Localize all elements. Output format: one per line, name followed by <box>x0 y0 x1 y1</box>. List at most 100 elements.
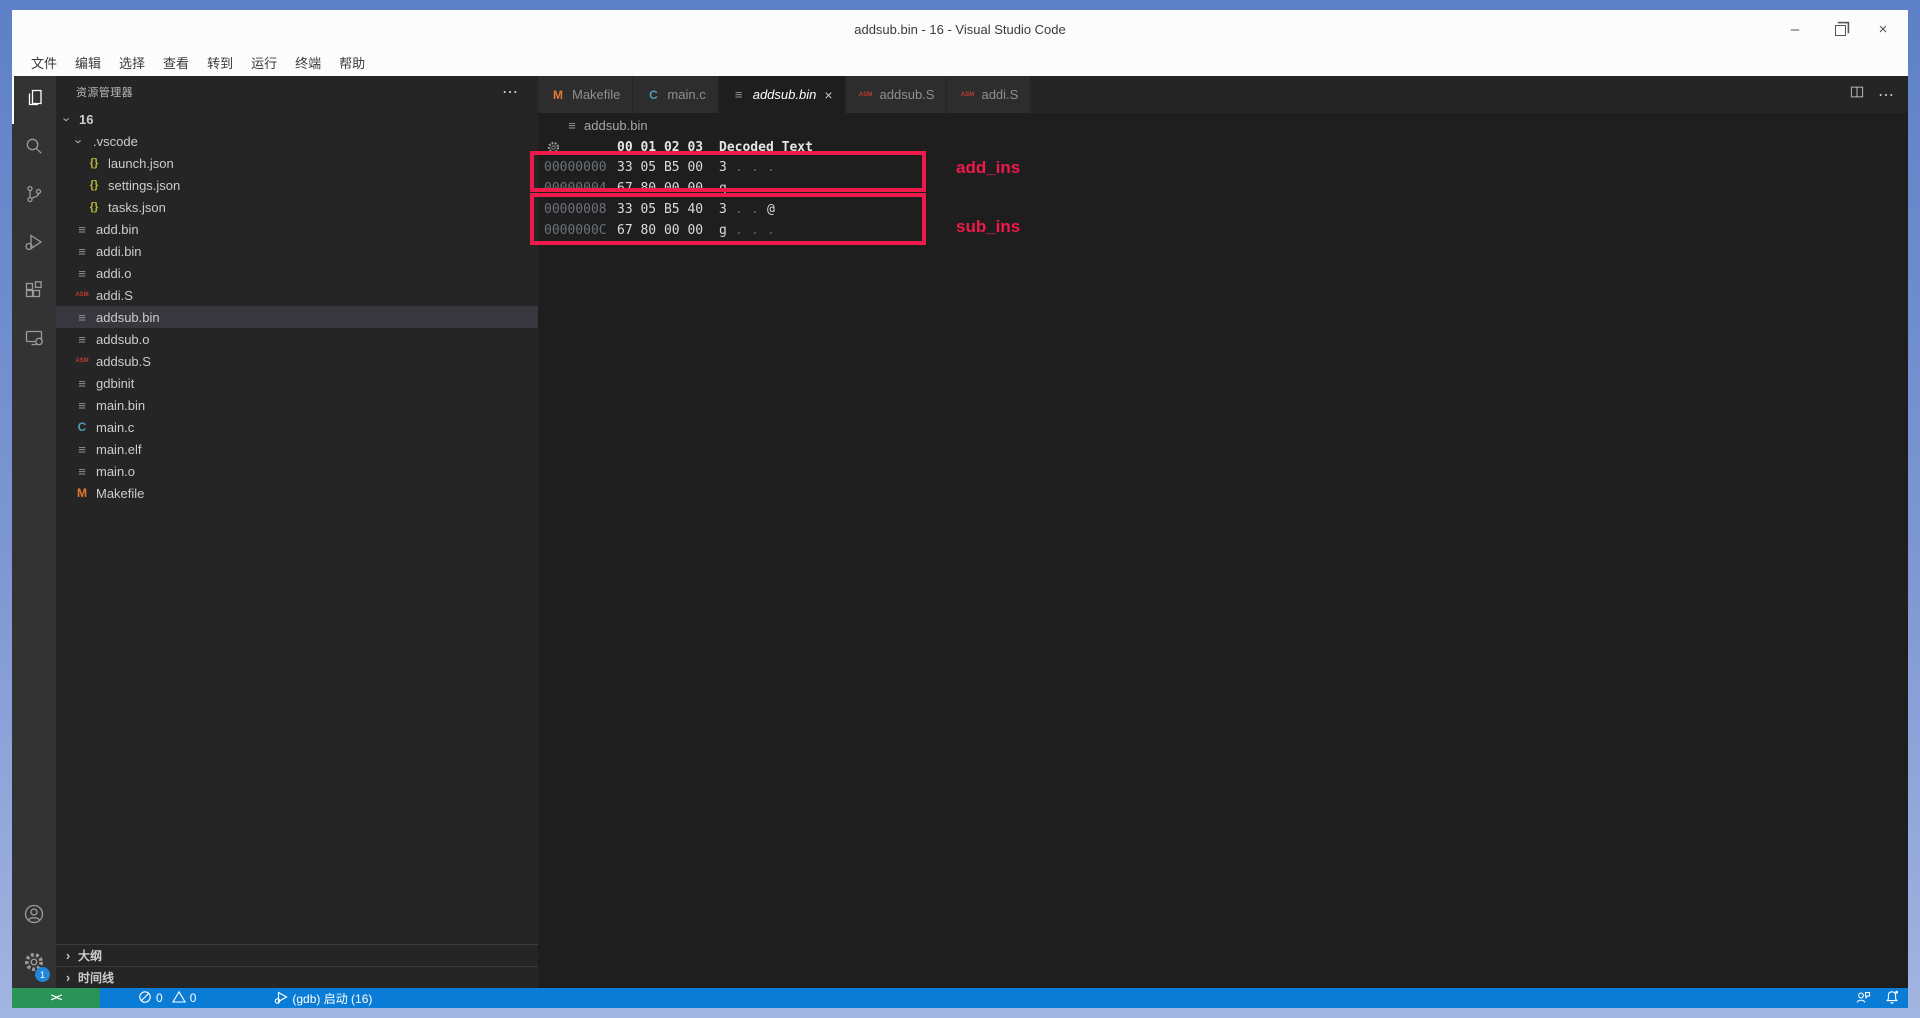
tree-root-folder[interactable]: › 16 <box>56 108 538 130</box>
timeline-section-header[interactable]: › 时间线 <box>56 966 538 988</box>
window-controls: – × <box>1784 10 1894 48</box>
error-icon <box>138 990 152 1007</box>
menu-item-view[interactable]: 查看 <box>154 50 198 75</box>
minimize-icon: – <box>1791 21 1799 38</box>
tree-item-main-c[interactable]: C main.c <box>56 416 538 438</box>
tree-item-addi-s[interactable]: ASM addi.S <box>56 284 538 306</box>
sidebar-bottom-sections: › 大纲 › 时间线 <box>56 944 538 988</box>
menu-item-edit[interactable]: 编辑 <box>66 50 110 75</box>
tab-addi-s[interactable]: ASM addi.S <box>947 76 1030 113</box>
hex-editor: 00 01 02 03 Decoded Text 00000000 33 05 … <box>538 137 1908 988</box>
debug-status-item[interactable]: (gdb) 启动 (16) <box>274 990 372 1007</box>
tab-main-c[interactable]: C main.c <box>633 76 717 113</box>
breadcrumb-file: addsub.bin <box>584 118 648 133</box>
tree-item-addsub-s[interactable]: ASM addsub.S <box>56 350 538 372</box>
file-tree: › 16 › .vscode {} launch.json {} setting… <box>56 108 538 504</box>
json-file-icon: {} <box>85 157 103 169</box>
annotation-box-add-ins <box>530 151 926 192</box>
asm-file-icon: ASM <box>73 292 91 298</box>
activity-remote-explorer-button[interactable] <box>12 316 56 364</box>
activity-settings-button[interactable]: 1 <box>12 940 56 988</box>
run-debug-icon <box>22 230 46 259</box>
tree-item-tasks-json[interactable]: {} tasks.json <box>56 196 538 218</box>
binary-file-icon: ≡ <box>73 222 91 237</box>
tree-item-addi-o[interactable]: ≡ addi.o <box>56 262 538 284</box>
tab-close-icon[interactable]: × <box>824 87 832 103</box>
titlebar: addsub.bin - 16 - Visual Studio Code – × <box>12 10 1908 48</box>
tab-addsub-bin[interactable]: ≡ addsub.bin × <box>719 76 845 113</box>
outline-section-header[interactable]: › 大纲 <box>56 944 538 966</box>
tab-bar: M Makefile C main.c ≡ addsub.bin × ASM <box>538 76 1908 113</box>
activity-account-button[interactable] <box>12 892 56 940</box>
asm-file-icon: ASM <box>73 358 91 364</box>
menu-item-terminal[interactable]: 终端 <box>286 50 330 75</box>
chevron-down-icon: › <box>60 113 75 125</box>
editor-group: M Makefile C main.c ≡ addsub.bin × ASM <box>538 76 1908 988</box>
close-button[interactable]: × <box>1872 18 1894 40</box>
source-control-icon <box>22 182 46 211</box>
extensions-icon <box>22 278 46 307</box>
minimize-button[interactable]: – <box>1784 18 1806 40</box>
status-bar: >< 0 0 (gdb) 启动 (16) <box>12 988 1908 1008</box>
tree-item-add-bin[interactable]: ≡ add.bin <box>56 218 538 240</box>
binary-file-icon: ≡ <box>73 266 91 281</box>
feedback-icon[interactable] <box>1855 989 1871 1008</box>
menu-item-go[interactable]: 转到 <box>198 50 242 75</box>
menubar: 文件 编辑 选择 查看 转到 运行 终端 帮助 <box>12 48 1908 76</box>
tree-item-addsub-bin[interactable]: ≡ addsub.bin <box>56 306 538 328</box>
binary-file-icon: ≡ <box>73 332 91 347</box>
makefile-icon: M <box>73 486 91 500</box>
activity-extensions-button[interactable] <box>12 268 56 316</box>
maximize-button[interactable] <box>1828 18 1850 40</box>
debug-label: (gdb) 启动 (16) <box>292 990 372 1007</box>
binary-file-icon: ≡ <box>73 244 91 259</box>
asm-file-icon: ASM <box>858 92 874 98</box>
remote-explorer-icon <box>22 326 46 355</box>
tree-item-launch-json[interactable]: {} launch.json <box>56 152 538 174</box>
outline-label: 大纲 <box>78 947 102 964</box>
annotation-label-sub-ins: sub_ins <box>956 217 1020 237</box>
binary-file-icon: ≡ <box>73 442 91 457</box>
tree-item-main-bin[interactable]: ≡ main.bin <box>56 394 538 416</box>
tree-item-makefile[interactable]: M Makefile <box>56 482 538 504</box>
notifications-bell-icon[interactable] <box>1884 989 1900 1008</box>
activity-explorer-button[interactable] <box>12 76 56 124</box>
more-actions-icon[interactable]: ⋯ <box>502 82 518 102</box>
menu-item-help[interactable]: 帮助 <box>330 50 374 75</box>
split-editor-icon[interactable] <box>1848 83 1866 106</box>
tree-item-addsub-o[interactable]: ≡ addsub.o <box>56 328 538 350</box>
tree-item-main-elf[interactable]: ≡ main.elf <box>56 438 538 460</box>
tree-item-settings-json[interactable]: {} settings.json <box>56 174 538 196</box>
tree-folder-vscode[interactable]: › .vscode <box>56 130 538 152</box>
binary-file-icon: ≡ <box>73 464 91 479</box>
tab-makefile[interactable]: M Makefile <box>538 76 632 113</box>
tree-item-addi-bin[interactable]: ≡ addi.bin <box>56 240 538 262</box>
menu-item-selection[interactable]: 选择 <box>110 50 154 75</box>
binary-file-icon: ≡ <box>73 398 91 413</box>
json-file-icon: {} <box>85 179 103 191</box>
breadcrumb[interactable]: ≡ addsub.bin <box>538 113 1908 137</box>
remote-indicator[interactable]: >< <box>12 988 100 1008</box>
tree-item-gdbinit[interactable]: ≡ gdbinit <box>56 372 538 394</box>
editor-actions: ⋯ <box>1848 76 1894 113</box>
vscode-window: addsub.bin - 16 - Visual Studio Code – ×… <box>12 10 1908 1008</box>
tab-addsub-s[interactable]: ASM addsub.S <box>846 76 947 113</box>
problems-status-item[interactable]: 0 0 <box>138 990 196 1007</box>
activity-search-button[interactable] <box>12 124 56 172</box>
activity-source-control-button[interactable] <box>12 172 56 220</box>
workbench: 1 资源管理器 ⋯ › 16 › .vscode <box>12 76 1908 988</box>
debug-start-icon <box>274 990 288 1007</box>
menu-item-file[interactable]: 文件 <box>22 50 66 75</box>
timeline-label: 时间线 <box>78 969 114 986</box>
json-file-icon: {} <box>85 201 103 213</box>
sidebar-header: 资源管理器 ⋯ <box>56 76 538 108</box>
more-actions-icon[interactable]: ⋯ <box>1878 85 1894 105</box>
annotation-box-sub-ins <box>530 193 926 245</box>
menu-item-run[interactable]: 运行 <box>242 50 286 75</box>
tree-item-main-o[interactable]: ≡ main.o <box>56 460 538 482</box>
desktop-frame: addsub.bin - 16 - Visual Studio Code – ×… <box>0 0 1920 1018</box>
activity-bar: 1 <box>12 76 56 988</box>
activity-run-debug-button[interactable] <box>12 220 56 268</box>
remote-icon: >< <box>51 992 62 1004</box>
c-file-icon: C <box>645 88 661 102</box>
